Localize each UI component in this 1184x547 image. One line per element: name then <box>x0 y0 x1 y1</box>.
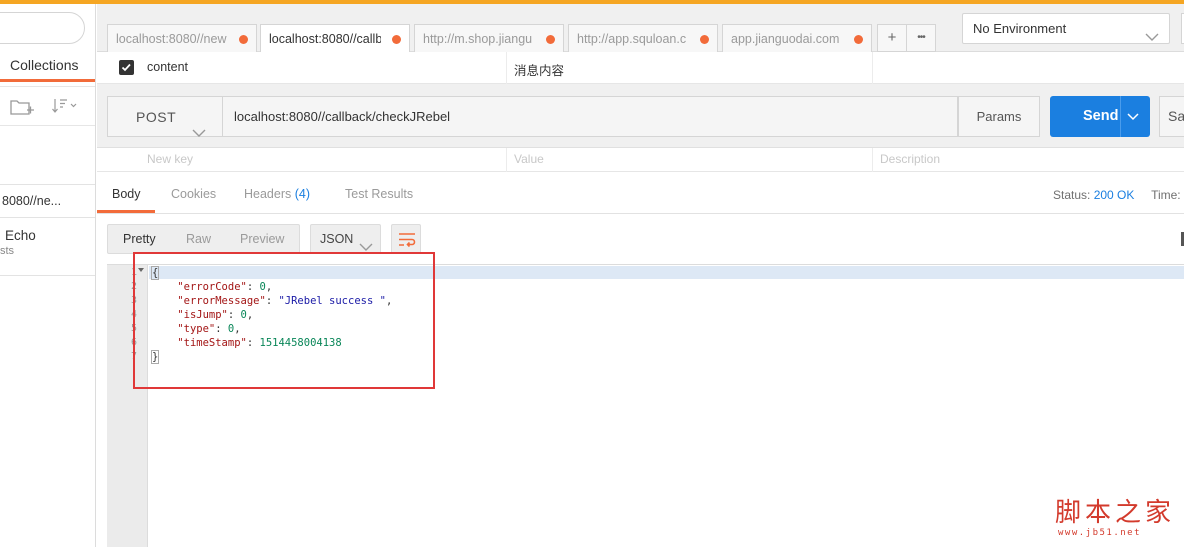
request-tab[interactable]: http://m.shop.jiangu <box>414 24 564 53</box>
tab-test-results[interactable]: Test Results <box>345 187 413 201</box>
chevron-down-icon <box>192 113 206 153</box>
save-button[interactable]: Sa <box>1159 96 1184 137</box>
params-button[interactable]: Params <box>958 96 1040 137</box>
method-label: POST <box>136 109 177 125</box>
method-select[interactable]: POST <box>107 96 223 137</box>
description-placeholder[interactable]: Description <box>880 152 940 166</box>
send-divider <box>1120 96 1121 137</box>
watermark-logo: 脚本之家 www.jb51.net <box>1055 498 1180 538</box>
unsaved-dot-icon <box>854 35 863 44</box>
unsaved-dot-icon <box>239 35 248 44</box>
sidebar-history-item[interactable]: 8080//ne... <box>0 184 95 218</box>
watermark-text: 脚本之家 <box>1055 498 1176 528</box>
tab-label: http://app.squloan.c <box>577 32 687 46</box>
format-type-label: JSON <box>320 232 354 246</box>
format-type-select[interactable]: JSON <box>310 224 381 254</box>
response-status: Status: 200 OK Time: <box>1053 188 1181 202</box>
view-pretty-button[interactable]: Pretty <box>123 232 156 246</box>
unsaved-dot-icon <box>392 35 401 44</box>
param-key[interactable]: content <box>147 60 188 74</box>
chevron-down-icon <box>1145 23 1159 52</box>
active-tab-indicator <box>97 210 155 213</box>
highlight-annotation-box <box>133 252 435 389</box>
environment-select[interactable]: No Environment <box>962 13 1170 44</box>
wrap-lines-button[interactable] <box>391 224 421 254</box>
tab-cookies[interactable]: Cookies <box>171 187 216 201</box>
request-tab-active[interactable]: localhost:8080//callb <box>260 24 410 54</box>
request-tab[interactable]: localhost:8080//new <box>107 24 257 53</box>
request-tab[interactable]: app.jianguodai.com <box>722 24 872 53</box>
tab-label: localhost:8080//callb <box>269 32 381 46</box>
param-row: content 消息内容 <box>97 52 1184 84</box>
status-label: Status: <box>1053 188 1091 202</box>
column-divider <box>506 52 507 84</box>
sidebar-collection-echo[interactable]: Echo sts <box>0 222 95 276</box>
new-tab-button[interactable]: + <box>877 24 907 52</box>
column-divider <box>872 52 873 84</box>
column-divider <box>872 148 873 172</box>
headers-count-badge: (4) <box>294 187 311 201</box>
tab-label: http://m.shop.jiangu <box>423 32 533 46</box>
param-enabled-checkbox[interactable] <box>119 60 134 75</box>
column-divider <box>506 148 507 172</box>
collection-title: Echo <box>5 228 36 243</box>
view-preview-button[interactable]: Preview <box>240 232 284 246</box>
request-tab-bar: localhost:8080//new localhost:8080//call… <box>97 4 1184 54</box>
value-placeholder[interactable]: Value <box>514 152 544 166</box>
request-tab[interactable]: http://app.squloan.c <box>568 24 718 53</box>
response-tabs: Body Cookies Headers (4) Test Results St… <box>97 172 1184 214</box>
tab-headers[interactable]: Headers (4) <box>244 187 310 201</box>
more-tabs-button[interactable]: ••• <box>906 24 936 52</box>
watermark-url: www.jb51.net <box>1058 528 1142 538</box>
sort-icon[interactable] <box>52 96 80 119</box>
send-options-chevron-icon[interactable] <box>1127 109 1139 124</box>
tab-body[interactable]: Body <box>112 187 141 201</box>
param-value[interactable]: 消息内容 <box>514 60 564 79</box>
url-input[interactable]: localhost:8080//callback/checkJRebel <box>223 96 958 137</box>
sidebar: Collections 8080//ne... Echo sts <box>0 4 96 547</box>
tab-headers-label: Headers <box>244 187 292 201</box>
new-key-placeholder[interactable]: New key <box>147 152 193 166</box>
status-value: 200 OK <box>1093 188 1135 202</box>
tab-label: localhost:8080//new <box>116 32 227 46</box>
new-param-row: New key Value Description <box>97 148 1184 172</box>
time-label: Time: <box>1151 188 1181 202</box>
sidebar-search-input[interactable] <box>0 12 85 44</box>
send-label: Send <box>1083 108 1119 124</box>
unsaved-dot-icon <box>546 35 555 44</box>
new-folder-icon[interactable] <box>10 97 36 120</box>
collection-subtitle: sts <box>0 245 15 257</box>
tab-collections[interactable]: Collections <box>0 52 95 82</box>
unsaved-dot-icon <box>700 35 709 44</box>
sidebar-toolbar <box>0 86 95 126</box>
view-raw-button[interactable]: Raw <box>186 232 211 246</box>
sidebar-tabs: Collections <box>0 52 95 82</box>
request-url-bar: POST localhost:8080//callback/checkJRebe… <box>97 84 1184 148</box>
tab-label: app.jianguodai.com <box>731 32 840 46</box>
view-mode-group: Pretty Raw Preview <box>107 224 300 254</box>
environment-label: No Environment <box>973 21 1067 36</box>
